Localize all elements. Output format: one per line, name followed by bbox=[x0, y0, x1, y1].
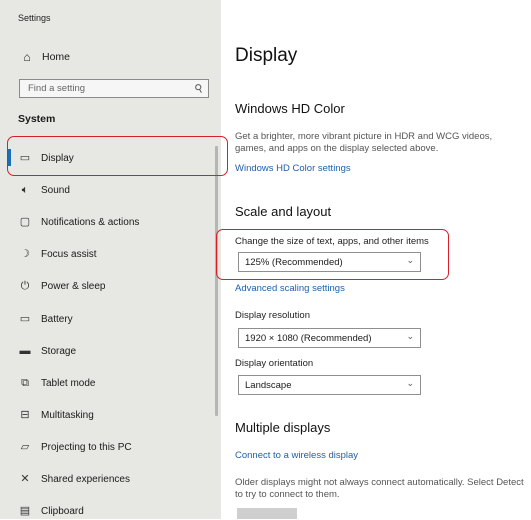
sidebar-item-label: Projecting to this PC bbox=[41, 441, 132, 453]
projector-icon: ▱ bbox=[20, 441, 30, 453]
clipboard-icon: ▤ bbox=[19, 505, 31, 517]
notification-icon: ▢ bbox=[19, 216, 31, 228]
page-title: Display bbox=[235, 45, 298, 66]
search-icon[interactable]: ⚲ bbox=[192, 81, 206, 96]
home-icon: ⌂ bbox=[23, 50, 31, 64]
hd-color-description: Get a brighter, more vibrant picture in … bbox=[235, 131, 493, 154]
sidebar-item-label: Battery bbox=[41, 313, 73, 325]
sidebar-item-label: Focus assist bbox=[41, 248, 97, 260]
chevron-down-icon: ⌄ bbox=[406, 331, 414, 341]
sidebar-scrollbar[interactable] bbox=[215, 146, 218, 416]
display-highlight-box bbox=[7, 136, 228, 176]
sidebar-item-storage[interactable]: ▬ Storage bbox=[18, 342, 208, 360]
orientation-label: Display orientation bbox=[235, 358, 314, 369]
sidebar-item-label: Multitasking bbox=[41, 409, 94, 421]
moon-icon: ☽ bbox=[20, 248, 30, 260]
section-title: System bbox=[18, 113, 56, 125]
scale-highlight-box bbox=[216, 229, 449, 280]
storage-icon: ▬ bbox=[19, 345, 31, 357]
wireless-display-link[interactable]: Connect to a wireless display bbox=[235, 450, 358, 461]
scale-layout-heading: Scale and layout bbox=[235, 204, 332, 219]
sidebar-item-notifications[interactable]: ▢ Notifications & actions bbox=[18, 213, 208, 231]
sidebar-item-focus-assist[interactable]: ☽ Focus assist bbox=[18, 245, 208, 263]
resolution-label: Display resolution bbox=[235, 310, 310, 321]
sidebar-item-label: Sound bbox=[41, 184, 70, 196]
power-icon: ⏻ bbox=[20, 280, 30, 292]
hd-color-heading: Windows HD Color bbox=[235, 101, 345, 116]
home-label: Home bbox=[42, 51, 71, 63]
sidebar-item-multitasking[interactable]: ⊟ Multitasking bbox=[18, 406, 208, 424]
detect-button[interactable] bbox=[237, 508, 297, 519]
resolution-dropdown[interactable]: 1920 × 1080 (Recommended) ⌄ bbox=[238, 328, 421, 348]
chevron-down-icon: ⌄ bbox=[406, 378, 414, 388]
sidebar-item-shared-experiences[interactable]: ✕ Shared experiences bbox=[18, 470, 208, 488]
sidebar-item-label: Tablet mode bbox=[41, 377, 96, 389]
sidebar-item-label: Storage bbox=[41, 345, 77, 357]
multitasking-icon: ⊟ bbox=[20, 409, 30, 421]
sidebar-item-sound[interactable]: 🔈︎ Sound bbox=[18, 181, 208, 199]
tablet-icon: ⧉ bbox=[21, 377, 29, 389]
sidebar-item-power-sleep[interactable]: ⏻ Power & sleep bbox=[18, 277, 208, 295]
sidebar-item-tablet-mode[interactable]: ⧉ Tablet mode bbox=[18, 374, 208, 392]
resolution-value: 1920 × 1080 (Recommended) bbox=[245, 332, 372, 344]
window-title: Settings bbox=[18, 13, 51, 23]
battery-icon: ▭ bbox=[19, 313, 31, 325]
sidebar-item-clipboard[interactable]: ▤ Clipboard bbox=[18, 502, 208, 520]
hd-color-settings-link[interactable]: Windows HD Color settings bbox=[235, 163, 351, 174]
home-nav[interactable]: ⌂ Home bbox=[20, 49, 70, 65]
sidebar-item-label: Notifications & actions bbox=[41, 216, 140, 228]
sidebar-item-battery[interactable]: ▭ Battery bbox=[18, 310, 208, 328]
multiple-displays-heading: Multiple displays bbox=[235, 420, 331, 435]
sidebar-item-projecting[interactable]: ▱ Projecting to this PC bbox=[18, 438, 208, 456]
search-input[interactable]: Find a setting bbox=[28, 83, 85, 94]
orientation-dropdown[interactable]: Landscape ⌄ bbox=[238, 375, 421, 395]
multiple-displays-description: Older displays might not always connect … bbox=[235, 477, 524, 500]
sidebar-item-label: Power & sleep bbox=[41, 280, 106, 292]
sidebar: Settings ⌂ Home Find a setting ⚲ System … bbox=[0, 0, 221, 519]
sidebar-item-label: Shared experiences bbox=[41, 473, 130, 485]
speaker-icon: 🔈︎ bbox=[21, 184, 29, 196]
sidebar-item-label: Clipboard bbox=[41, 505, 84, 517]
advanced-scaling-link[interactable]: Advanced scaling settings bbox=[235, 283, 345, 294]
search-box[interactable]: Find a setting ⚲ bbox=[19, 79, 209, 98]
shared-icon: ✕ bbox=[20, 473, 30, 485]
orientation-value: Landscape bbox=[245, 379, 292, 391]
